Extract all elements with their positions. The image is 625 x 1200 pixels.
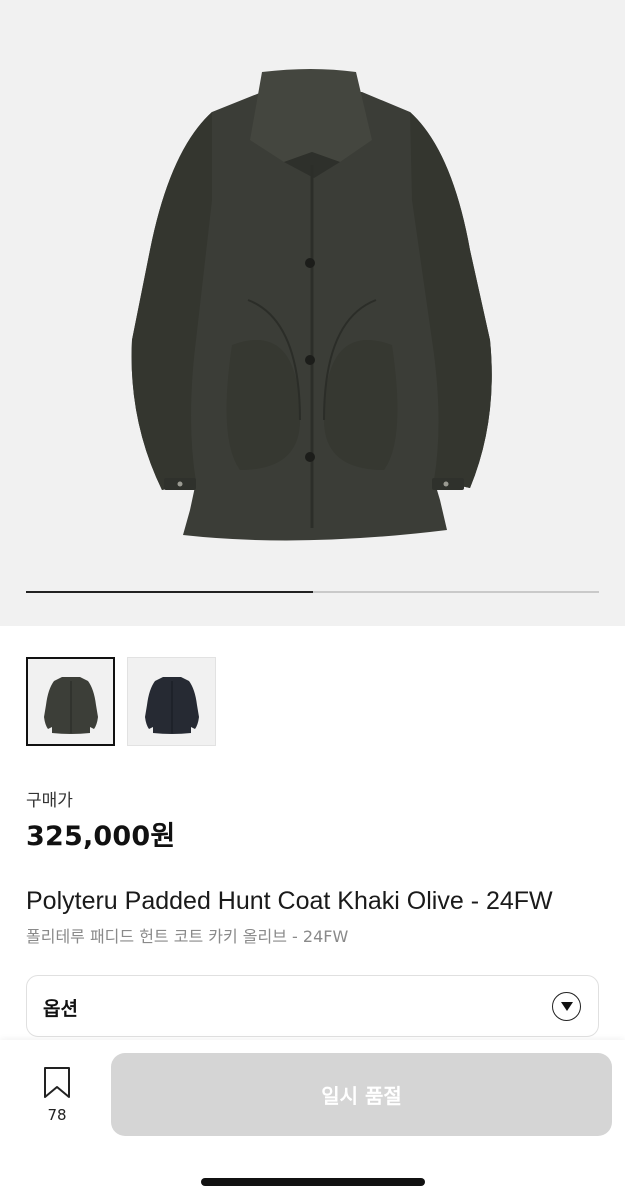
product-image-coat [131, 69, 492, 541]
product-title-korean: 폴리테루 패디드 헌트 코트 카키 올리브 - 24FW [26, 927, 349, 946]
home-indicator [201, 1178, 425, 1186]
option-label: 옵션 [43, 998, 78, 1020]
image-progress-fill [26, 591, 313, 593]
product-image-carousel[interactable] [0, 0, 625, 626]
thumbnail-navy[interactable] [127, 657, 216, 746]
bookmark-button[interactable]: 78 [40, 1066, 74, 1124]
option-select[interactable]: 옵션 [26, 975, 599, 1037]
bookmark-icon [44, 1067, 70, 1098]
thumbnail-strip [26, 657, 216, 746]
price-value: 325,000원 [26, 821, 176, 852]
sold-out-button[interactable]: 일시 품절 [111, 1053, 612, 1136]
bookmark-count: 78 [47, 1106, 67, 1124]
price-label: 구매가 [26, 791, 73, 811]
thumbnail-coat-khaki-icon [43, 676, 98, 734]
product-title-english: Polyteru Padded Hunt Coat Khaki Olive - … [26, 887, 553, 915]
chevron-down-icon[interactable] [552, 992, 581, 1021]
thumbnail-khaki-olive[interactable] [26, 657, 115, 746]
image-progress-bar [26, 591, 599, 593]
thumbnail-coat-navy-icon [144, 676, 199, 734]
